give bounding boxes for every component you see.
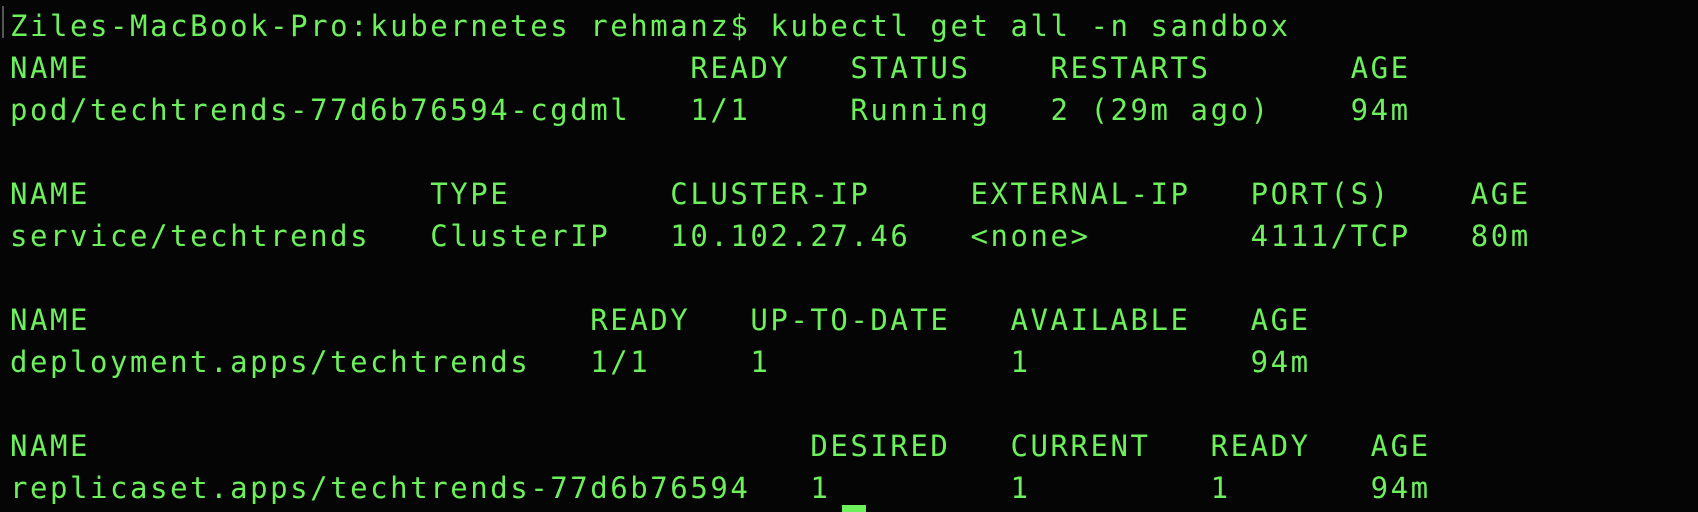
left-edge-marker (2, 6, 4, 38)
replicaset-table-header: NAME DESIRED CURRENT READY AGE (10, 429, 1431, 463)
terminal-window[interactable]: Ziles-MacBook-Pro:kubernetes rehmanz$ ku… (0, 0, 1698, 512)
pod-table-row: pod/techtrends-77d6b76594-cgdml 1/1 Runn… (10, 93, 1411, 127)
replicaset-table-row: replicaset.apps/techtrends-77d6b76594 1 … (10, 471, 1431, 505)
text-cursor (842, 505, 866, 512)
service-table-row: service/techtrends ClusterIP 10.102.27.4… (10, 219, 1531, 253)
service-table-header: NAME TYPE CLUSTER-IP EXTERNAL-IP PORT(S)… (10, 177, 1531, 211)
deployment-table-row: deployment.apps/techtrends 1/1 1 1 94m (10, 345, 1311, 379)
prompt-command-line: Ziles-MacBook-Pro:kubernetes rehmanz$ ku… (10, 9, 1291, 43)
deployment-table-header: NAME READY UP-TO-DATE AVAILABLE AGE (10, 303, 1311, 337)
pod-table-header: NAME READY STATUS RESTARTS AGE (10, 51, 1411, 85)
